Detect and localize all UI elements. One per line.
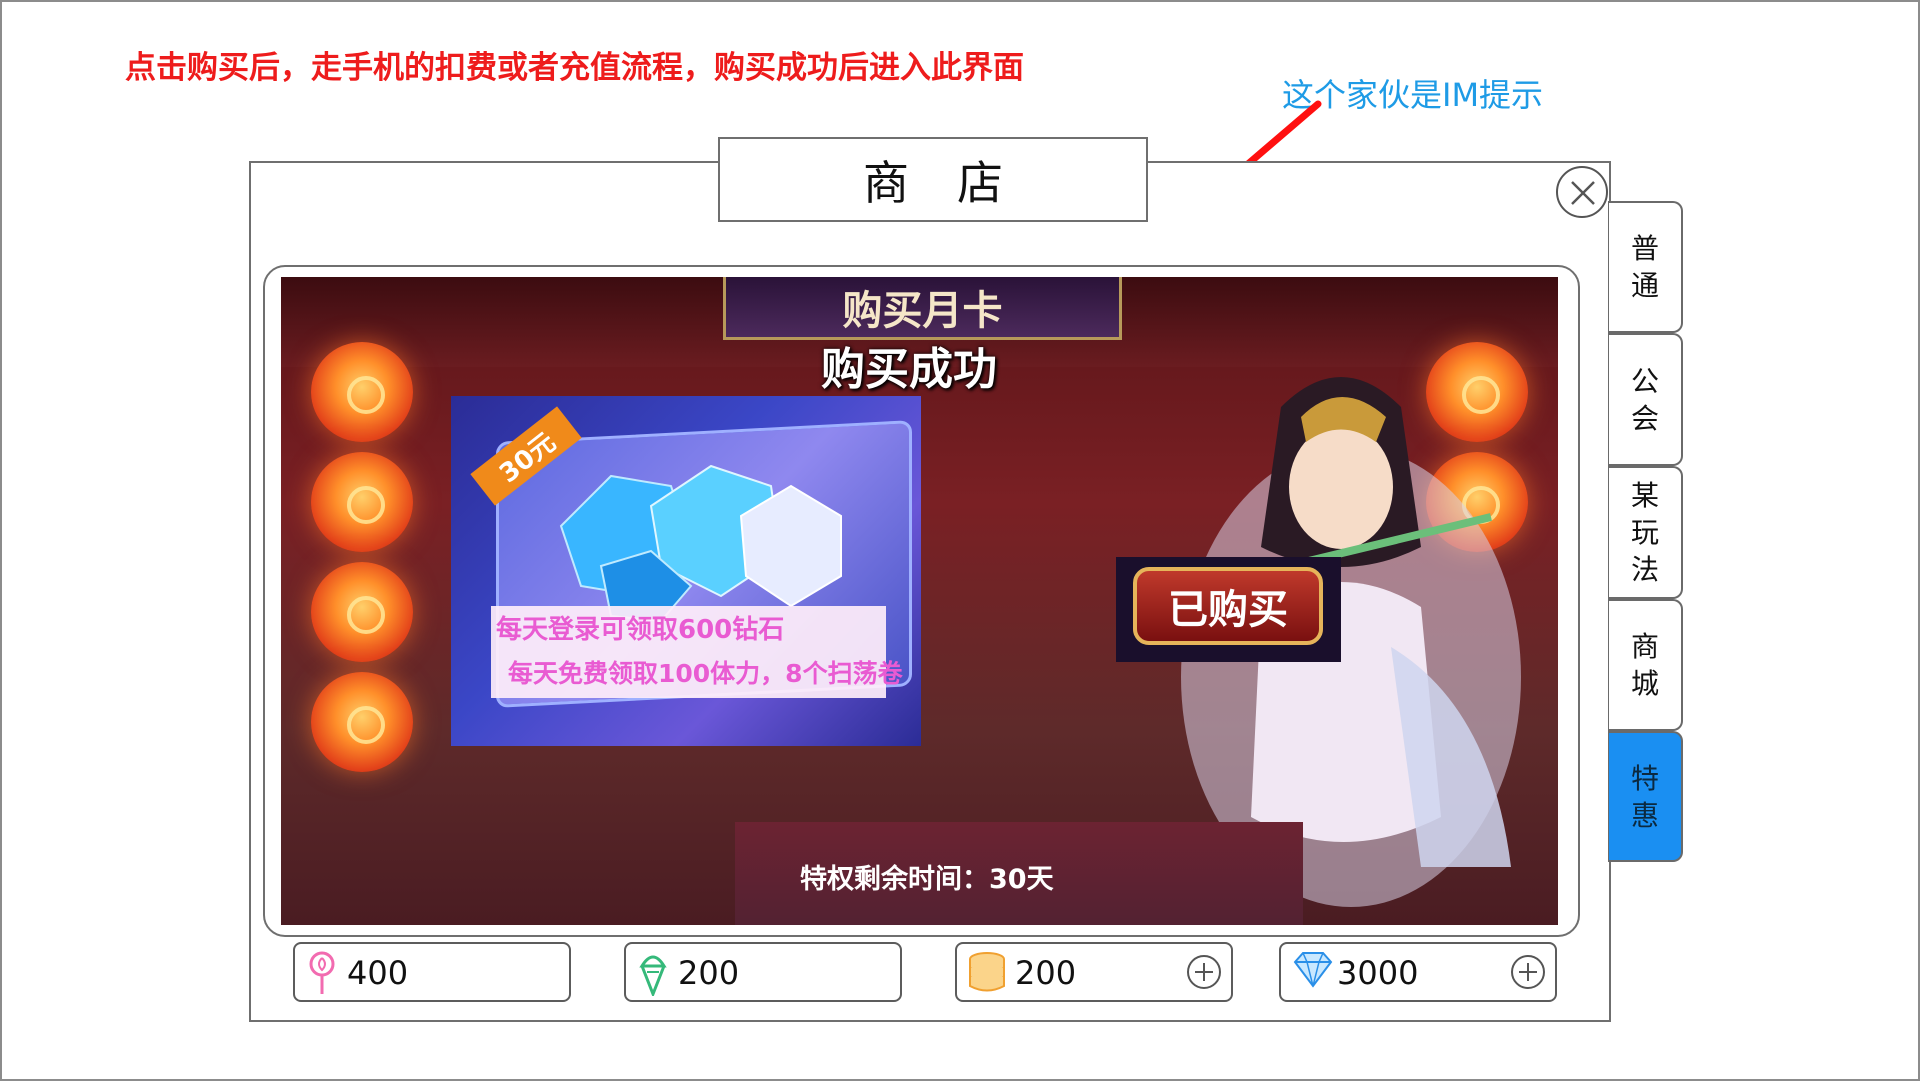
remaining-time-text: 特权剩余时间：30天 (800, 864, 1054, 895)
monthly-card-sign: 购买月卡 (723, 277, 1122, 340)
bought-button-wrap: 已购买 (1116, 557, 1341, 662)
currency-value: 200 (1015, 954, 1077, 992)
add-coins-button[interactable] (1187, 955, 1221, 989)
lantern-icon (311, 452, 413, 552)
lollipop-icon (309, 951, 335, 994)
purchase-success-text: 购买成功 (821, 344, 997, 395)
remaining-time-bar: 特权剩余时间：30天 (735, 822, 1303, 925)
card-benefit-diamonds: 每天登录可领取600钻石 (496, 615, 785, 645)
shop-title: 商店 (718, 137, 1148, 222)
monthly-card-banner: 购买月卡 购买成功 30元 每天登录可领取600钻石 每天免费领取100体力，8… (281, 277, 1558, 925)
lantern-icon (311, 342, 413, 442)
currency-ice-cream: 200 (624, 942, 902, 1002)
coin-stack-icon (969, 952, 1005, 992)
tab-label: 特惠 (1630, 761, 1659, 832)
currency-diamonds: 3000 (1279, 942, 1557, 1002)
currency-value: 200 (678, 954, 740, 992)
already-bought-button[interactable]: 已购买 (1133, 567, 1323, 645)
tab-label: 公会 (1630, 364, 1659, 435)
tab-label: 某玩法 (1630, 479, 1659, 586)
close-button[interactable] (1556, 166, 1608, 218)
diamond-icon (1293, 952, 1333, 988)
currency-coins: 200 (955, 942, 1233, 1002)
currency-lollipop: 400 (293, 942, 571, 1002)
currency-value: 3000 (1337, 954, 1419, 992)
card-benefit-stamina: 每天免费领取100体力，8个扫荡卷 (508, 659, 903, 688)
tab-normal[interactable]: 普通 (1608, 201, 1683, 333)
tab-game-mode[interactable]: 某玩法 (1608, 466, 1683, 599)
tab-label: 普通 (1630, 232, 1659, 302)
ice-cream-icon (639, 955, 667, 996)
tab-label: 商城 (1630, 630, 1659, 700)
add-diamonds-button[interactable] (1511, 955, 1545, 989)
diamond-pile-icon (559, 464, 842, 623)
monthly-card-panel: 30元 每天登录可领取600钻石 每天免费领取100体力，8个扫荡卷 (451, 396, 921, 746)
lantern-icon (311, 672, 413, 772)
currency-value: 400 (347, 954, 409, 992)
tab-special-offer[interactable]: 特惠 (1608, 731, 1683, 862)
tab-guild[interactable]: 公会 (1608, 333, 1683, 466)
tab-mall[interactable]: 商城 (1608, 599, 1683, 731)
lantern-icon (311, 562, 413, 662)
close-icon (1571, 181, 1595, 205)
